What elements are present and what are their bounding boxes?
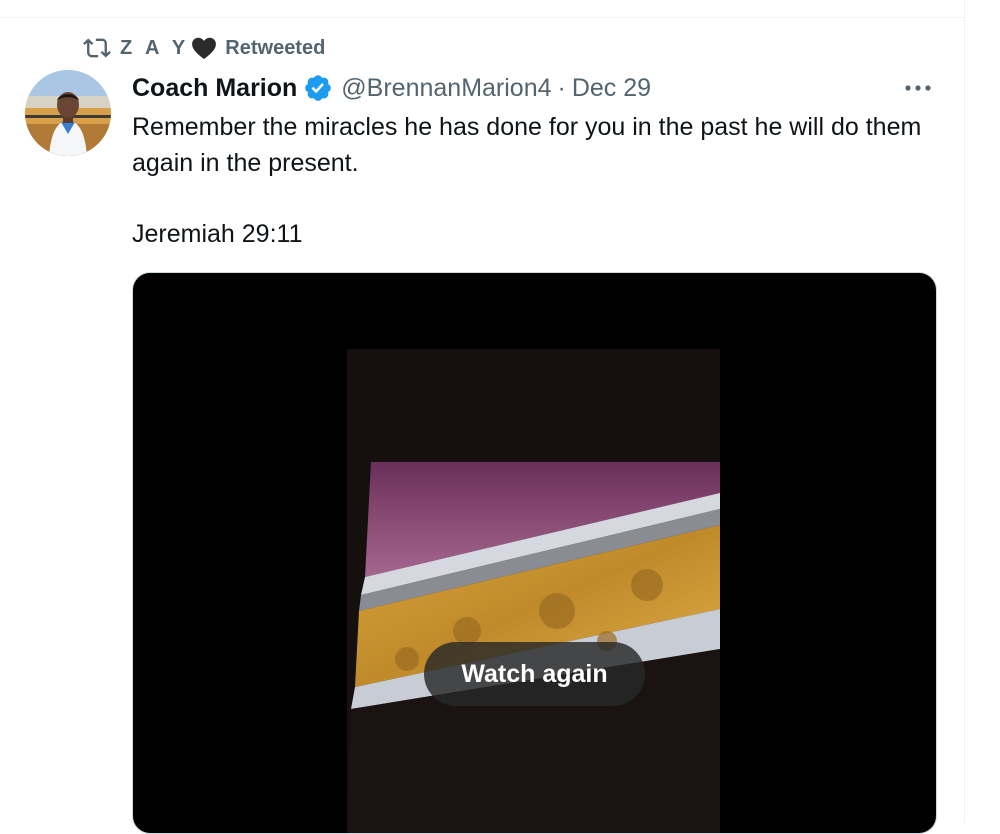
avatar[interactable] — [25, 70, 111, 156]
watch-again-button[interactable]: Watch again — [424, 642, 645, 706]
tweet-timestamp[interactable]: Dec 29 — [572, 74, 651, 103]
top-divider — [0, 17, 964, 18]
tweet-header: Coach Marion @BrennanMarion4 · Dec 29 — [132, 70, 651, 106]
retweet-icon — [82, 34, 112, 62]
verified-badge-icon[interactable] — [303, 73, 333, 103]
social-context: Z A Y Retweeted — [82, 34, 325, 62]
right-gutter — [965, 0, 1000, 823]
heart-icon — [191, 36, 217, 60]
tweet-text: Remember the miracles he has done for yo… — [132, 113, 922, 248]
author-handle[interactable]: @BrennanMarion4 — [341, 74, 551, 103]
retweeter-name[interactable]: Z A Y — [120, 37, 189, 60]
video-player[interactable]: Watch again — [132, 272, 937, 834]
retweeted-label: Retweeted — [225, 36, 326, 59]
more-options-icon[interactable] — [900, 76, 936, 100]
video-frame — [347, 349, 720, 833]
author-display-name[interactable]: Coach Marion — [132, 74, 297, 103]
header-separator: · — [557, 73, 566, 102]
